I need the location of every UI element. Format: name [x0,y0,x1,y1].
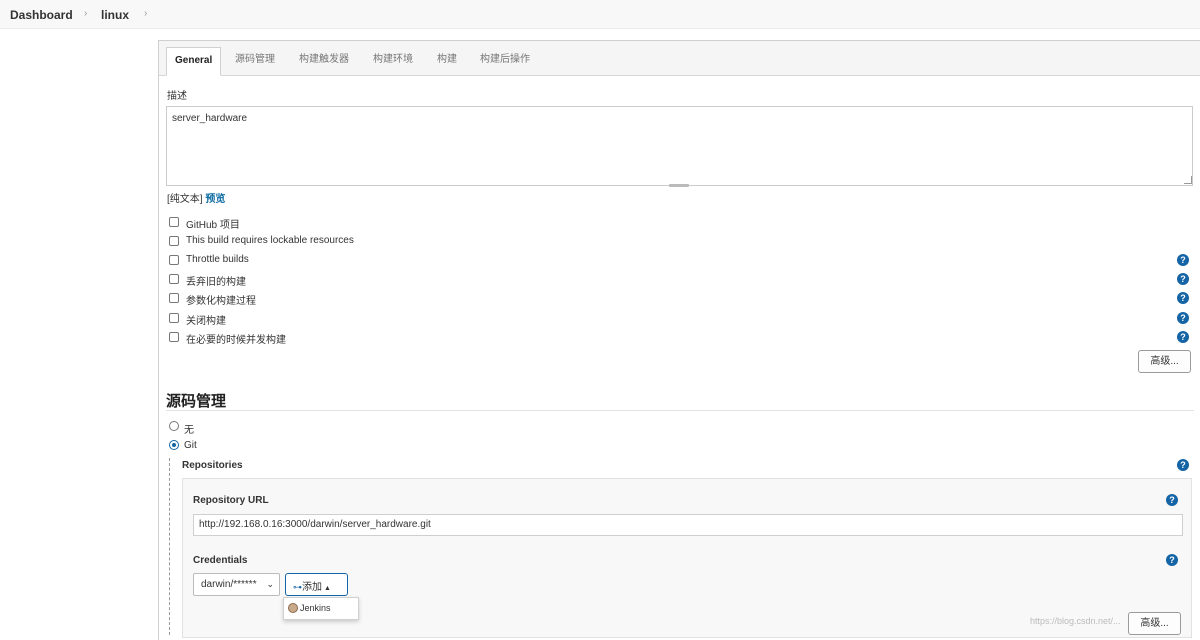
option-label-throttle-builds: Throttle builds [186,254,249,265]
config-tabbar: General 源码管理 构建触发器 构建环境 构建 构建后操作 [159,41,1200,76]
add-credentials-button[interactable]: ⊶添加 ▲ [285,573,348,596]
help-icon[interactable]: ? [1177,292,1189,304]
credentials-label: Credentials [193,555,248,566]
section-divider [166,410,1194,411]
textarea-resize-grip[interactable] [669,184,689,187]
chevron-down-icon: ⌄ [266,579,274,589]
tab-general[interactable]: General [166,47,222,76]
chevron-right-icon[interactable]: › [144,8,147,19]
dropdown-item-jenkins[interactable]: Jenkins [300,603,331,613]
watermark: https://blog.csdn.net/... [1030,616,1121,626]
chevron-right-icon[interactable]: › [84,8,87,19]
option-label-parameterized-build: 参数化构建过程 [186,296,256,307]
description-label: 描述 [167,91,187,102]
key-icon: ⊶ [293,582,302,592]
resize-corner-icon[interactable] [1184,176,1192,184]
nesting-guide [169,458,170,635]
tab-post-build[interactable]: 构建后操作 [472,47,538,76]
advanced-button-scm[interactable]: 高级... [1128,612,1181,635]
preview-link[interactable]: 预览 [205,194,225,205]
add-button-label: 添加 [302,582,322,593]
radio-scm-git[interactable] [169,440,179,450]
advanced-button-general[interactable]: 高级... [1138,350,1191,373]
checkbox-throttle-builds[interactable] [169,255,179,265]
plain-text-label: [纯文本] 预览 [167,194,226,205]
tab-build-env[interactable]: 构建环境 [365,47,421,76]
help-icon[interactable]: ? [1177,254,1189,266]
repo-url-label: Repository URL [193,495,269,506]
radio-scm-none[interactable] [169,421,179,431]
help-icon[interactable]: ? [1177,331,1189,343]
tab-build[interactable]: 构建 [429,47,465,76]
checkbox-github-project[interactable] [169,217,179,227]
checkbox-discard-old-builds[interactable] [169,274,179,284]
breadcrumb-dashboard[interactable]: Dashboard [10,8,73,22]
breadcrumb-linux[interactable]: linux [101,8,129,22]
help-icon[interactable]: ? [1166,554,1178,566]
option-label-concurrent-build: 在必要的时候并发构建 [186,335,286,346]
checkbox-disable-build[interactable] [169,313,179,323]
credentials-select[interactable]: darwin/****** ⌄ [193,573,280,596]
help-icon[interactable]: ? [1177,459,1189,471]
option-label-lockable-resources: This build requires lockable resources [186,235,354,246]
checkbox-concurrent-build[interactable] [169,332,179,342]
help-icon[interactable]: ? [1177,312,1189,324]
scm-section-title: 源码管理 [166,393,227,410]
repositories-label: Repositories [182,460,243,471]
tab-build-triggers[interactable]: 构建触发器 [291,47,357,76]
option-label-discard-old-builds: 丢弃旧的构建 [186,277,246,288]
help-icon[interactable]: ? [1177,273,1189,285]
option-label-disable-build: 关闭构建 [186,316,226,327]
checkbox-lockable-resources[interactable] [169,236,179,246]
repo-url-input[interactable]: http://192.168.0.16:3000/darwin/server_h… [193,514,1183,536]
radio-label-none: 无 [184,425,194,436]
checkbox-parameterized-build[interactable] [169,293,179,303]
caret-up-icon: ▲ [324,585,331,592]
tab-scm[interactable]: 源码管理 [227,47,283,76]
breadcrumb: Dashboard › linux › [0,0,1200,29]
description-textarea[interactable]: server_hardware [166,106,1193,186]
radio-label-git: Git [184,440,197,451]
add-credentials-dropdown: Jenkins [283,597,359,620]
jenkins-icon [288,603,298,613]
credentials-select-value: darwin/****** [201,579,257,590]
option-label-github-project: GitHub 项目 [186,220,240,231]
help-icon[interactable]: ? [1166,494,1178,506]
